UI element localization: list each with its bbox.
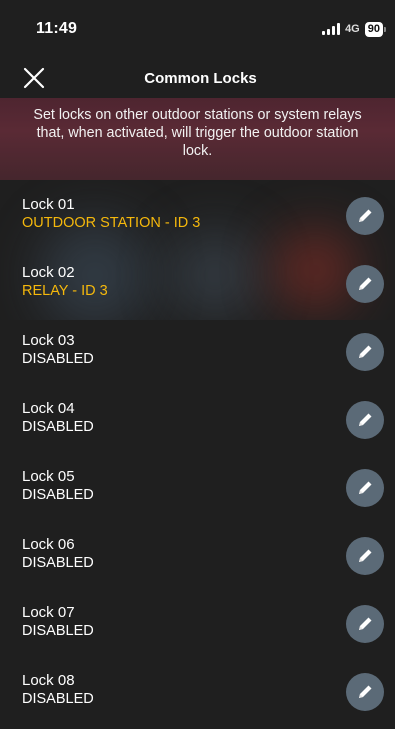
edit-lock-button[interactable]	[346, 333, 384, 371]
lock-row[interactable]: Lock 02 RELAY - ID 3	[0, 251, 395, 319]
pencil-icon	[359, 277, 372, 290]
lock-status: DISABLED	[22, 691, 94, 707]
pencil-icon	[359, 209, 372, 222]
lock-status: DISABLED	[22, 487, 94, 503]
close-icon	[23, 67, 45, 89]
edit-lock-button[interactable]	[346, 401, 384, 439]
lock-row[interactable]: Lock 06 DISABLED	[0, 523, 395, 591]
lock-name: Lock 08	[22, 672, 75, 689]
edit-lock-button[interactable]	[346, 265, 384, 303]
banner-text: Set locks on other outdoor stations or s…	[33, 107, 362, 159]
nav-bar: Common Locks	[0, 58, 395, 98]
lock-status: DISABLED	[22, 419, 94, 435]
edit-lock-button[interactable]	[346, 605, 384, 643]
network-type: 4G	[345, 23, 360, 35]
edit-lock-button[interactable]	[346, 469, 384, 507]
lock-status: DISABLED	[22, 555, 94, 571]
lock-name: Lock 02	[22, 264, 75, 281]
lock-row[interactable]: Lock 05 DISABLED	[0, 455, 395, 523]
battery-icon: 90	[364, 21, 387, 37]
signal-icon	[322, 23, 341, 35]
lock-row[interactable]: Lock 08 DISABLED	[0, 659, 395, 727]
lock-name: Lock 03	[22, 332, 75, 349]
lock-row[interactable]: Lock 07 DISABLED	[0, 591, 395, 659]
status-time: 11:49	[36, 20, 78, 37]
lock-name: Lock 04	[22, 400, 75, 417]
pencil-icon	[359, 413, 372, 426]
pencil-icon	[359, 549, 372, 562]
edit-lock-button[interactable]	[346, 197, 384, 235]
pencil-icon	[359, 345, 372, 358]
edit-lock-button[interactable]	[346, 537, 384, 575]
info-banner: Set locks on other outdoor stations or s…	[0, 98, 395, 180]
lock-status: DISABLED	[22, 623, 94, 639]
lock-name: Lock 05	[22, 468, 75, 485]
lock-row[interactable]: Lock 03 DISABLED	[0, 319, 395, 387]
close-button[interactable]	[22, 66, 46, 90]
lock-name: Lock 01	[22, 196, 75, 213]
lock-status: OUTDOOR STATION - ID 3	[22, 215, 201, 231]
lock-name: Lock 06	[22, 536, 75, 553]
pencil-icon	[359, 481, 372, 494]
lock-row[interactable]: Lock 01 OUTDOOR STATION - ID 3	[0, 183, 395, 251]
edit-lock-button[interactable]	[346, 673, 384, 711]
lock-list: Lock 01 OUTDOOR STATION - ID 3 Lock 02 RELA…	[0, 183, 395, 727]
pencil-icon	[359, 685, 372, 698]
battery-level: 90	[367, 22, 380, 35]
lock-status: RELAY - ID 3	[22, 283, 108, 299]
status-bar: 11:49 4G 90	[0, 0, 395, 58]
lock-row[interactable]: Lock 04 DISABLED	[0, 387, 395, 455]
lock-name: Lock 07	[22, 604, 75, 621]
pencil-icon	[359, 617, 372, 630]
status-indicators: 4G 90	[322, 21, 387, 37]
lock-status: DISABLED	[22, 351, 94, 367]
page-title: Common Locks	[144, 69, 257, 87]
